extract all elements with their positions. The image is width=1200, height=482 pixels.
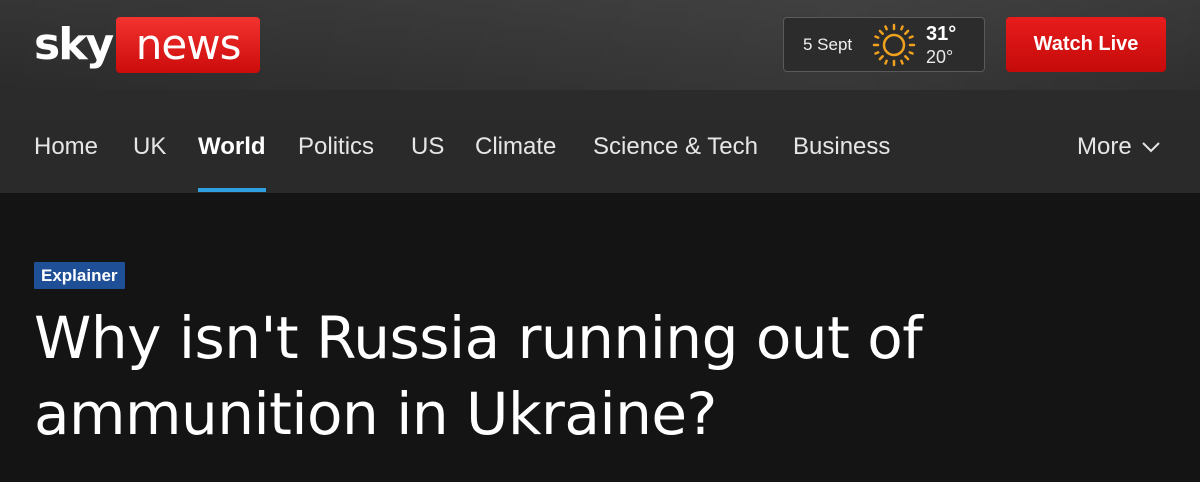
nav-item-science-tech[interactable]: Science & Tech (593, 130, 758, 164)
nav-item-climate[interactable]: Climate (475, 130, 556, 164)
nav-more-button[interactable]: More (1077, 130, 1160, 164)
weather-date: 5 Sept (803, 34, 853, 54)
nav-more-label: More (1077, 133, 1132, 160)
nav-item-business[interactable]: Business (793, 130, 890, 164)
temp-high: 31° (926, 22, 957, 45)
nav-item-home[interactable]: Home (34, 130, 98, 164)
masthead: sky news 5 Sept 31° 20° Watch Live Home … (0, 0, 1200, 193)
nav-item-uk[interactable]: UK (133, 130, 166, 164)
active-nav-indicator (198, 188, 266, 192)
article-headline: Why isn't Russia running out of ammuniti… (34, 304, 923, 448)
nav-item-politics[interactable]: Politics (298, 130, 374, 164)
weather-temps: 31° 20° (926, 24, 956, 66)
temp-low: 20° (926, 46, 954, 67)
main-nav: Home UK World Politics US Climate Scienc… (0, 100, 1200, 193)
explainer-badge: Explainer (34, 262, 125, 289)
watch-live-button[interactable]: Watch Live (1006, 17, 1166, 72)
weather-widget[interactable]: 5 Sept 31° 20° (783, 17, 985, 72)
sun-icon (872, 23, 916, 66)
nav-item-world[interactable]: World (198, 130, 266, 164)
nav-item-us[interactable]: US (411, 130, 444, 164)
chevron-down-icon (1141, 142, 1160, 153)
logo-news-text: news (116, 17, 261, 73)
sky-news-logo[interactable]: sky news (34, 16, 261, 74)
logo-sky-text: sky (34, 19, 114, 70)
